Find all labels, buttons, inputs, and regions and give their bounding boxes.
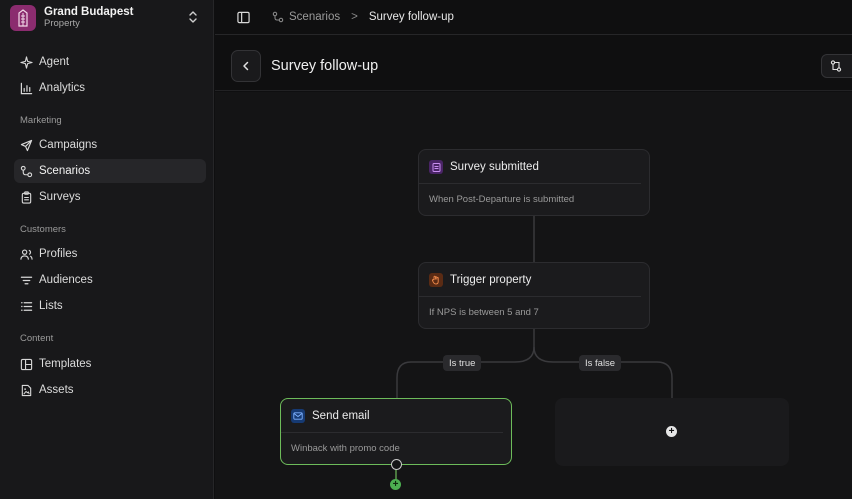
action-node-send-email[interactable]: Send email Winback with promo code — [280, 398, 512, 465]
nav-section-marketing: Marketing — [20, 115, 62, 126]
sidebar-item-lists[interactable]: Lists — [14, 294, 206, 318]
sidebar-toggle-icon[interactable] — [237, 11, 250, 24]
sidebar-item-label: Scenarios — [39, 165, 91, 177]
page-header: Survey follow-up — [215, 36, 852, 91]
bar-chart-icon — [20, 82, 33, 94]
nav-section-customers: Customers — [20, 224, 66, 235]
mail-icon — [291, 408, 305, 423]
property-switcher[interactable]: Grand Budapest Property — [10, 3, 206, 33]
sidebar-item-label: Lists — [39, 300, 63, 312]
add-step-button[interactable]: + — [390, 479, 401, 490]
sidebar-item-label: Audiences — [39, 274, 93, 286]
condition-node-trigger-property[interactable]: Trigger property If NPS is between 5 and… — [418, 262, 650, 329]
condition-node-description: If NPS is between 5 and 7 — [429, 307, 539, 318]
breadcrumb-separator: > — [351, 11, 358, 23]
compare-icon — [830, 60, 842, 72]
chevron-up-down-icon[interactable] — [188, 10, 198, 24]
branch-label-true: Is true — [443, 355, 482, 371]
action-node-title: Send email — [312, 409, 370, 422]
hand-icon — [429, 272, 443, 287]
flow-canvas[interactable]: Survey submitted When Post-Departure is … — [215, 92, 852, 499]
sidebar-item-audiences[interactable]: Audiences — [14, 268, 206, 292]
scenarios-icon — [272, 11, 284, 23]
add-step-false-branch-button[interactable]: + — [666, 426, 677, 437]
property-logo-icon — [10, 5, 36, 31]
sidebar-item-surveys[interactable]: Surveys — [14, 185, 206, 209]
sidebar-item-agent[interactable]: Agent — [14, 50, 206, 74]
breadcrumb: Scenarios > Survey follow-up — [272, 11, 454, 23]
sidebar-item-scenarios[interactable]: Scenarios — [14, 159, 206, 183]
branch-label-false: Is false — [579, 355, 622, 371]
trigger-node-survey-submitted[interactable]: Survey submitted When Post-Departure is … — [418, 149, 650, 216]
breadcrumb-parent-link[interactable]: Scenarios — [289, 11, 340, 23]
chevron-left-icon — [243, 61, 249, 71]
sidebar-item-templates[interactable]: Templates — [14, 352, 206, 376]
trigger-node-title: Survey submitted — [450, 160, 539, 173]
scenarios-icon — [20, 165, 33, 177]
sidebar-item-label: Templates — [39, 358, 92, 370]
sidebar-item-assets[interactable]: Assets — [14, 378, 206, 402]
list-icon — [21, 301, 33, 311]
sidebar-item-profiles[interactable]: Profiles — [14, 242, 206, 266]
sidebar: Grand Budapest Property Agent Analytics … — [0, 0, 214, 499]
sparkle-icon — [20, 55, 33, 69]
back-button[interactable] — [231, 50, 261, 82]
node-output-handle[interactable] — [391, 459, 402, 470]
sidebar-item-label: Assets — [39, 384, 74, 396]
compare-versions-button[interactable] — [821, 54, 852, 78]
clipboard-icon — [429, 159, 443, 174]
sidebar-item-analytics[interactable]: Analytics — [14, 76, 206, 100]
page-title: Survey follow-up — [271, 58, 379, 74]
image-file-icon — [21, 384, 32, 396]
sidebar-item-label: Campaigns — [39, 139, 98, 151]
users-icon — [20, 248, 33, 260]
sidebar-item-campaigns[interactable]: Campaigns — [14, 133, 206, 157]
top-bar: Scenarios > Survey follow-up — [215, 0, 852, 35]
filter-icon — [20, 276, 33, 284]
condition-node-title: Trigger property — [450, 273, 532, 286]
sidebar-item-label: Agent — [39, 56, 70, 68]
templates-icon — [20, 358, 33, 370]
breadcrumb-current: Survey follow-up — [368, 11, 454, 23]
sidebar-item-label: Analytics — [39, 82, 86, 94]
trigger-node-description: When Post-Departure is submitted — [429, 194, 575, 205]
nav-section-content: Content — [20, 333, 54, 344]
sidebar-item-label: Profiles — [39, 248, 78, 260]
clipboard-icon — [21, 190, 32, 204]
send-icon — [20, 139, 33, 151]
property-subtitle: Property — [44, 18, 80, 30]
sidebar-item-label: Surveys — [39, 191, 81, 203]
